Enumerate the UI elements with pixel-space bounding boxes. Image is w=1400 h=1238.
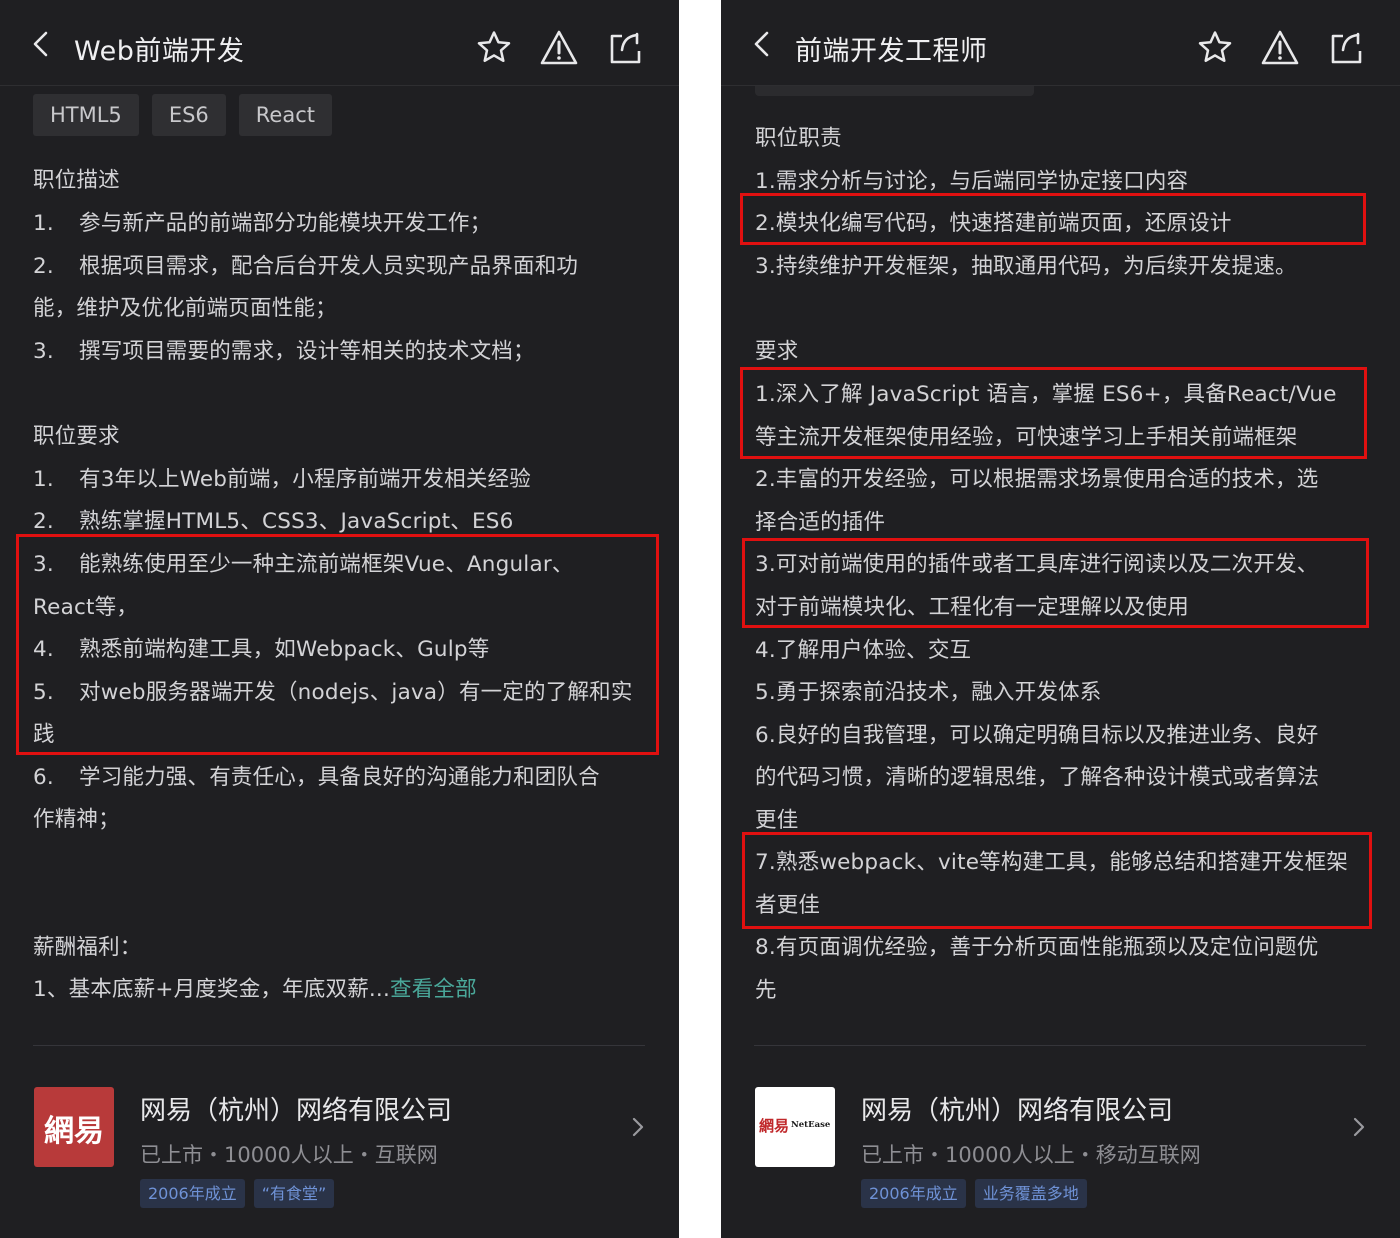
item-text: 熟练掌握HTML5、CSS3、JavaScript、ES6 [79, 509, 514, 534]
divider [33, 1045, 645, 1046]
share-icon[interactable] [606, 29, 644, 67]
description-item: 3. 撰写项目需要的需求，设计等相关的技术文档； [33, 334, 535, 365]
duty-item: 3.持续维护开发框架，抽取通用代码，为后续开发提速。 [755, 254, 1297, 279]
description-item: 1. 参与新产品的前端部分功能模块开发工作； [33, 206, 491, 237]
company-tag: “有食堂” [253, 1179, 335, 1208]
item-text: 参与新产品的前端部分功能模块开发工作； [79, 211, 492, 236]
company-tag: 业务覆盖多地 [974, 1179, 1087, 1208]
section-heading-description: 职位描述 [33, 168, 120, 193]
requirement-item-continued: 作精神； [33, 807, 120, 832]
section-heading-duties: 职位职责 [755, 126, 842, 151]
skill-tag[interactable]: React [238, 94, 332, 136]
requirement-line: 的代码习惯，清晰的逻辑思维，了解各种设计模式或者算法 [755, 765, 1320, 790]
highlight-box [740, 367, 1367, 459]
item-number: 1. [33, 467, 54, 492]
highlight-box [742, 832, 1372, 929]
requirement-item: 1. 有3年以上Web前端，小程序前端开发相关经验 [33, 462, 531, 493]
company-logo[interactable]: 網易 NetEase [755, 1087, 835, 1167]
item-text: 撰写项目需要的需求，设计等相关的技术文档； [79, 339, 535, 364]
star-icon[interactable] [1196, 29, 1234, 67]
company-tags: 2006年成立 业务覆盖多地 [861, 1179, 1087, 1208]
requirement-line: 更佳 [755, 808, 799, 833]
requirement-item: 6. 学习能力强、有责任心，具备良好的沟通能力和团队合 [33, 760, 600, 791]
requirement-line: 8.有页面调优经验，善于分析页面性能瓶颈以及定位问题优 [755, 935, 1319, 960]
job-detail-right: 前端开发工程师 职位职责 1.需求分析与讨论，与后端同学协定接口内容 2.模块化… [721, 0, 1400, 1238]
item-text: 有3年以上Web前端，小程序前端开发相关经验 [79, 467, 531, 492]
description-item-continued: 能，维护及优化前端页面性能； [33, 296, 337, 321]
item-number: 2. [33, 254, 54, 279]
description-item: 2. 根据项目需求，配合后台开发人员实现产品界面和功 [33, 249, 578, 280]
logo-subtext: NetEase [791, 1120, 831, 1130]
item-number: 2. [33, 509, 54, 534]
chevron-left-icon[interactable] [28, 30, 56, 58]
duty-item: 1.需求分析与讨论，与后端同学协定接口内容 [755, 169, 1189, 194]
divider [754, 1045, 1366, 1046]
company-meta: 已上市・10000人以上・移动互联网 [861, 1143, 1201, 1167]
requirement-item: 2. 熟练掌握HTML5、CSS3、JavaScript、ES6 [33, 504, 513, 535]
company-tag: 2006年成立 [861, 1179, 966, 1208]
section-heading-benefits: 薪酬福利： [33, 935, 142, 960]
item-number: 1. [33, 211, 54, 236]
highlight-box [742, 538, 1369, 628]
requirement-line: 择合适的插件 [755, 510, 886, 535]
company-meta: 已上市・10000人以上・互联网 [140, 1143, 438, 1167]
item-number: 6. [33, 765, 54, 790]
benefits-summary: 1、基本底薪+月度奖金，年底双薪... [33, 977, 390, 1002]
logo-text: 網易 [759, 1117, 790, 1135]
company-logo[interactable]: 網易 [34, 1087, 114, 1167]
requirement-line: 先 [755, 978, 777, 1003]
skill-tags: HTML5 ES6 React [33, 94, 332, 136]
star-icon[interactable] [475, 29, 513, 67]
item-number: 3. [33, 339, 54, 364]
company-tags: 2006年成立 “有食堂” [140, 1179, 335, 1208]
requirement-line: 6.良好的自我管理，可以确定明确目标以及推进业务、良好 [755, 723, 1319, 748]
company-name[interactable]: 网易（杭州）网络有限公司 [861, 1090, 1173, 1127]
top-bar: 前端开发工程师 [721, 0, 1400, 86]
chevron-right-icon[interactable] [1349, 1115, 1369, 1139]
job-detail-left: Web前端开发 HTML5 ES6 React 职位描述 1. 参与新产品的前端部… [0, 0, 679, 1238]
warning-icon[interactable] [540, 29, 578, 67]
requirement-line: 5.勇于探索前沿技术，融入开发体系 [755, 680, 1102, 705]
see-all-link[interactable]: 查看全部 [390, 977, 477, 1002]
page-title: Web前端开发 [74, 36, 245, 67]
requirement-line: 2.丰富的开发经验，可以根据需求场景使用合适的技术，选 [755, 467, 1319, 492]
chevron-right-icon[interactable] [628, 1115, 648, 1139]
highlight-box [16, 534, 659, 755]
company-name[interactable]: 网易（杭州）网络有限公司 [140, 1090, 452, 1127]
warning-icon[interactable] [1261, 29, 1299, 67]
section-heading-requirements: 要求 [755, 339, 799, 364]
benefits-text: 1、基本底薪+月度奖金，年底双薪...查看全部 [33, 972, 477, 1003]
company-tag: 2006年成立 [140, 1179, 245, 1208]
top-bar: Web前端开发 [0, 0, 679, 86]
highlight-box [740, 193, 1366, 245]
skill-tag[interactable]: ES6 [151, 94, 226, 136]
chevron-left-icon[interactable] [749, 30, 777, 58]
skill-tag[interactable]: HTML5 [33, 94, 139, 136]
requirement-line: 4.了解用户体验、交互 [755, 638, 972, 663]
section-heading-requirements: 职位要求 [33, 424, 120, 449]
page-title: 前端开发工程师 [795, 36, 988, 67]
item-text: 学习能力强、有责任心，具备良好的沟通能力和团队合 [79, 765, 600, 790]
logo-text: 網易 [44, 1114, 104, 1149]
share-icon[interactable] [1327, 29, 1365, 67]
item-text: 根据项目需求，配合后台开发人员实现产品界面和功 [79, 254, 579, 279]
